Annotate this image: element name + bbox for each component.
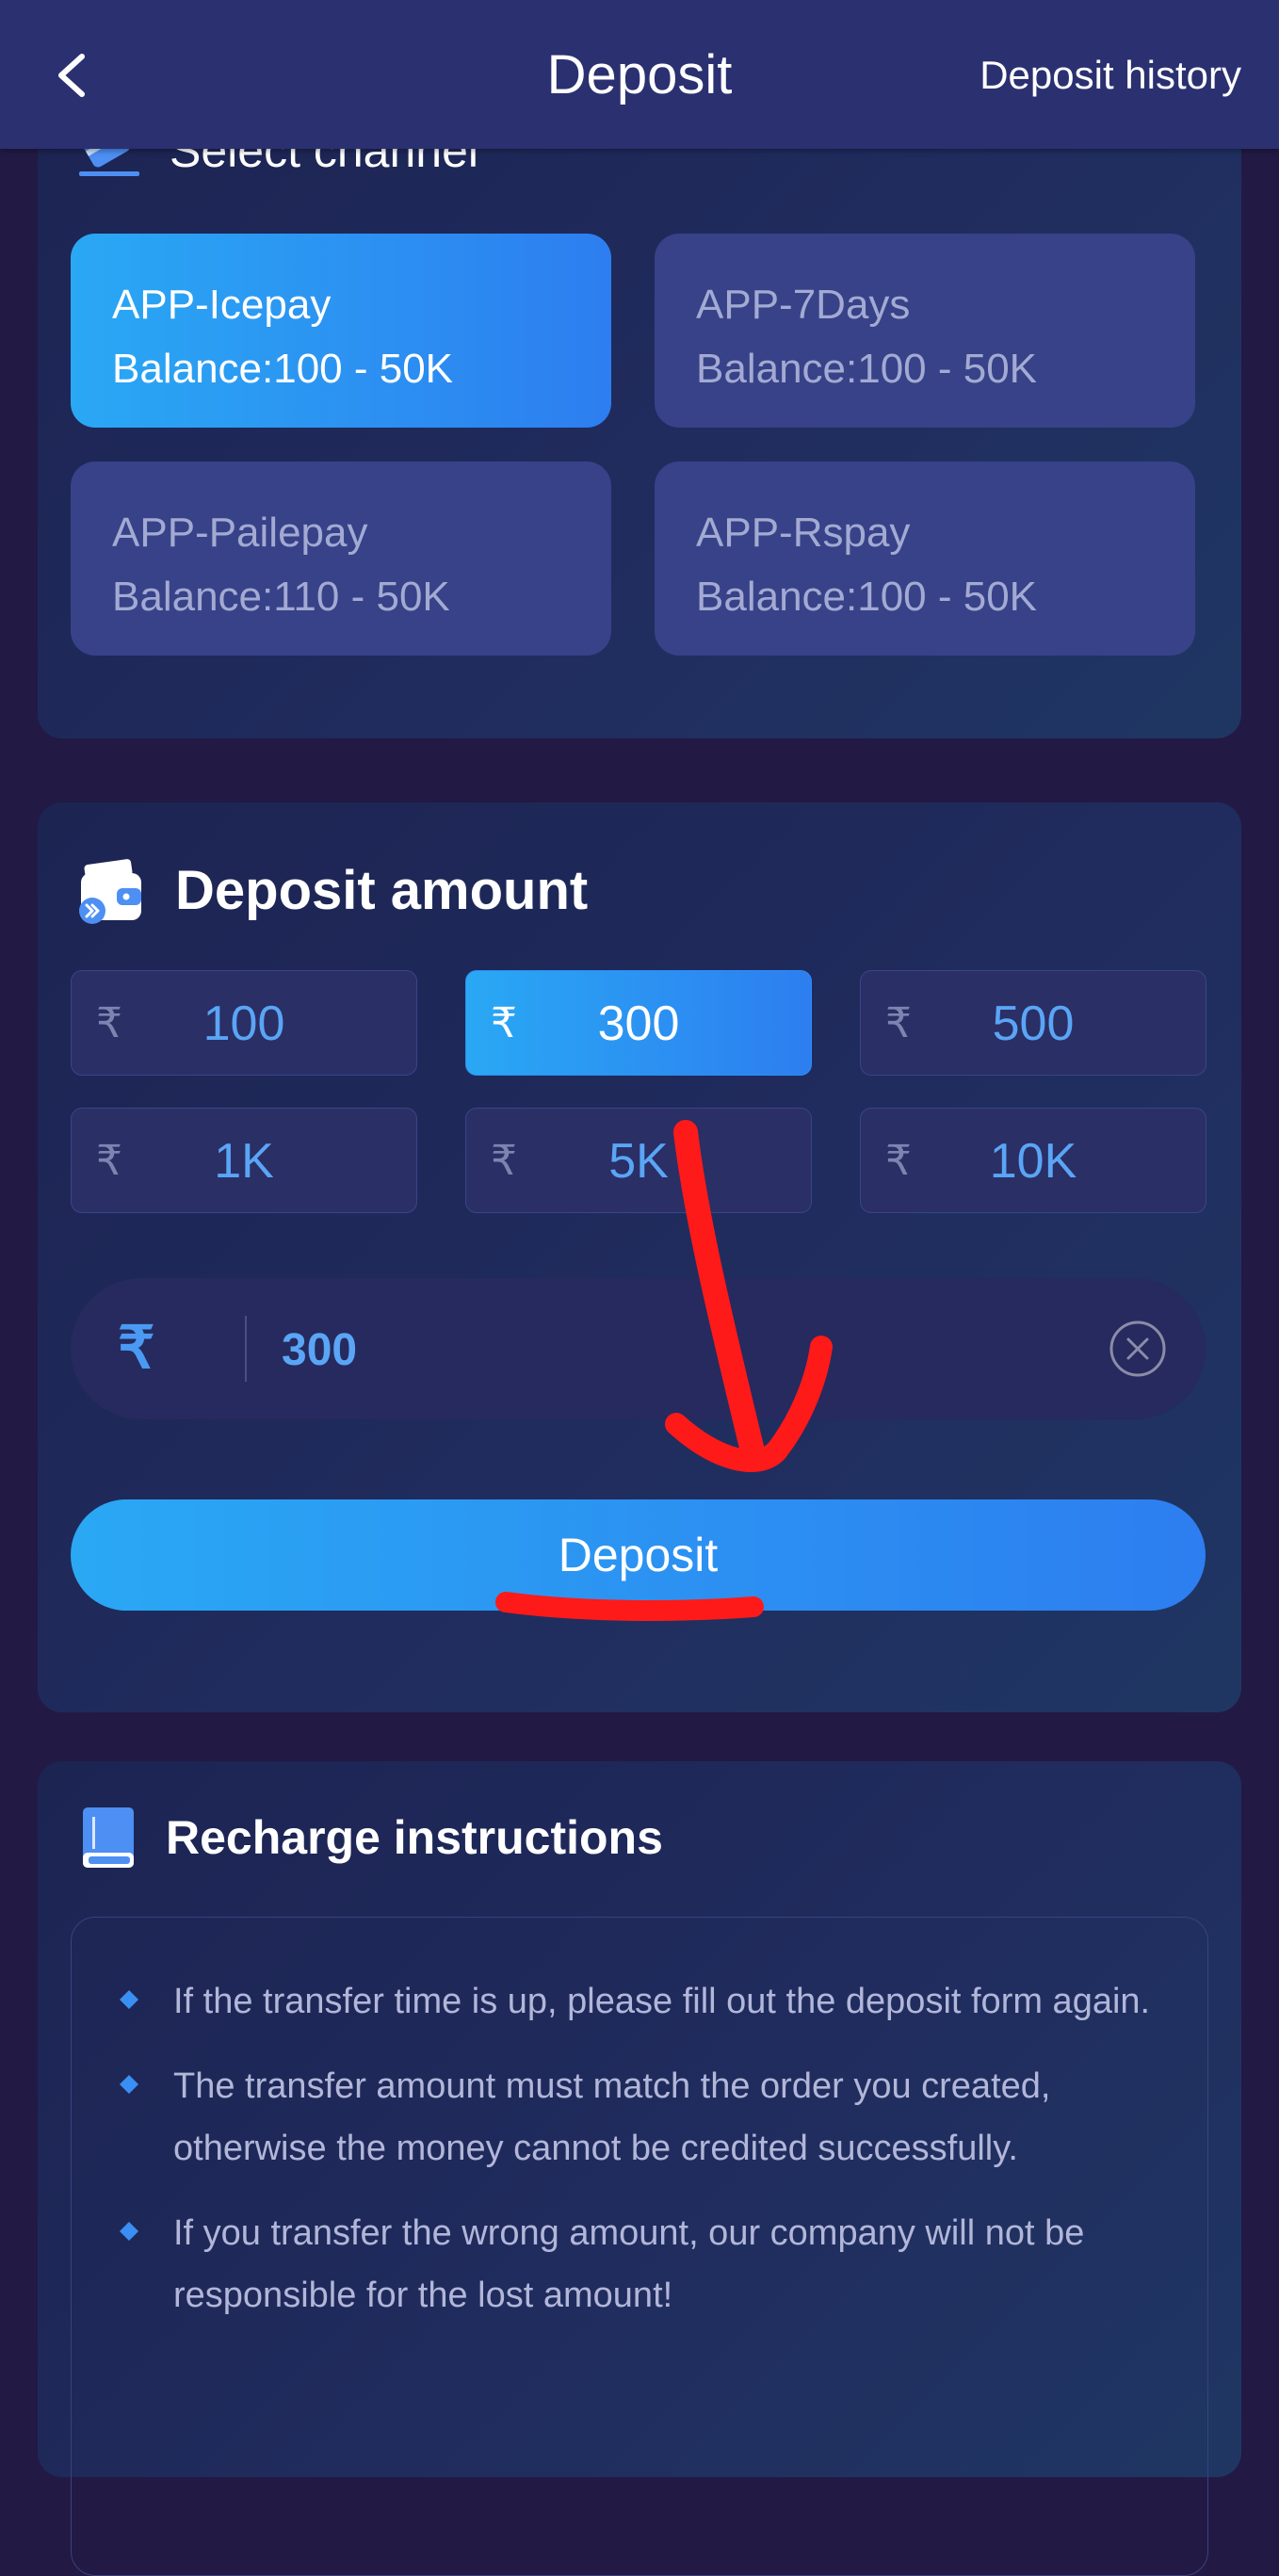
channel-balance: Balance:110 - 50K xyxy=(112,574,450,620)
recharge-instructions-card: Recharge instructions If the transfer ti… xyxy=(38,1761,1241,2576)
preset-amount-300[interactable]: ₹ 300 xyxy=(465,970,812,1076)
channel-name: APP-7Days xyxy=(696,282,911,328)
channel-card: Select channel APP-Icepay Balance:100 - … xyxy=(38,85,1241,738)
channel-option-7days[interactable]: APP-7Days Balance:100 - 50K xyxy=(655,234,1195,428)
preset-amount-10k[interactable]: ₹ 10K xyxy=(860,1108,1206,1213)
deposit-history-link[interactable]: Deposit history xyxy=(979,49,1241,102)
book-icon xyxy=(83,1807,134,1868)
instruction-item: If the transfer time is up, please fill … xyxy=(119,1970,1151,2033)
diamond-bullet-icon xyxy=(120,1990,138,2009)
channel-name: APP-Pailepay xyxy=(112,510,368,556)
preset-amount-100[interactable]: ₹ 100 xyxy=(71,970,417,1076)
instruction-item: The transfer amount must match the order… xyxy=(119,2055,1151,2179)
instructions-list: If the transfer time is up, please fill … xyxy=(72,1918,1207,2326)
channel-name: APP-Rspay xyxy=(696,510,911,556)
amount-section-title: Deposit amount xyxy=(175,859,589,921)
diamond-bullet-icon xyxy=(120,2075,138,2094)
instructions-section-title: Recharge instructions xyxy=(166,1811,663,1864)
preset-amount-500[interactable]: ₹ 500 xyxy=(860,970,1206,1076)
preset-amount-label: 5K xyxy=(608,1134,669,1189)
instruction-text: If the transfer time is up, please fill … xyxy=(173,1982,1151,2021)
instructions-section-header: Recharge instructions xyxy=(79,1804,663,1871)
instructions-box: If the transfer time is up, please fill … xyxy=(71,1917,1208,2576)
input-divider xyxy=(245,1316,247,1382)
channel-balance: Balance:100 - 50K xyxy=(696,346,1038,392)
diamond-bullet-icon xyxy=(120,2222,138,2241)
amount-input-field: ₹ xyxy=(71,1278,1206,1419)
chevron-left-icon xyxy=(58,54,85,97)
instruction-item: If you transfer the wrong amount, our co… xyxy=(119,2202,1151,2326)
preset-amount-label: 300 xyxy=(597,996,680,1051)
instruction-text: If you transfer the wrong amount, our co… xyxy=(173,2213,1085,2315)
channel-option-pailepay[interactable]: APP-Pailepay Balance:110 - 50K xyxy=(71,462,611,656)
preset-amount-1k[interactable]: ₹ 1K xyxy=(71,1108,417,1213)
amount-section-header: Deposit amount xyxy=(75,854,588,926)
preset-amount-5k[interactable]: ₹ 5K xyxy=(465,1108,812,1213)
clear-icon[interactable] xyxy=(1108,1319,1168,1379)
channel-option-icepay[interactable]: APP-Icepay Balance:100 - 50K xyxy=(71,234,611,428)
deposit-amount-card: Deposit amount ₹ 100 ₹ 300 ₹ 500 ₹ 1K ₹ … xyxy=(38,802,1241,1712)
amount-input[interactable] xyxy=(280,1316,1056,1384)
rupee-icon: ₹ xyxy=(118,1316,155,1381)
preset-amount-label: 1K xyxy=(214,1134,274,1189)
channel-balance: Balance:100 - 50K xyxy=(696,574,1038,620)
channel-balance: Balance:100 - 50K xyxy=(112,346,454,392)
wallet-icon xyxy=(79,859,141,924)
back-button[interactable] xyxy=(38,38,104,113)
preset-amount-label: 500 xyxy=(992,996,1075,1051)
deposit-button[interactable]: Deposit xyxy=(71,1499,1206,1611)
top-bar: Deposit Deposit history xyxy=(0,0,1279,149)
channel-option-rspay[interactable]: APP-Rspay Balance:100 - 50K xyxy=(655,462,1195,656)
channel-name: APP-Icepay xyxy=(112,282,332,328)
preset-amount-label: 100 xyxy=(202,996,285,1051)
preset-amount-label: 10K xyxy=(989,1134,1077,1189)
instruction-text: The transfer amount must match the order… xyxy=(173,2066,1051,2168)
